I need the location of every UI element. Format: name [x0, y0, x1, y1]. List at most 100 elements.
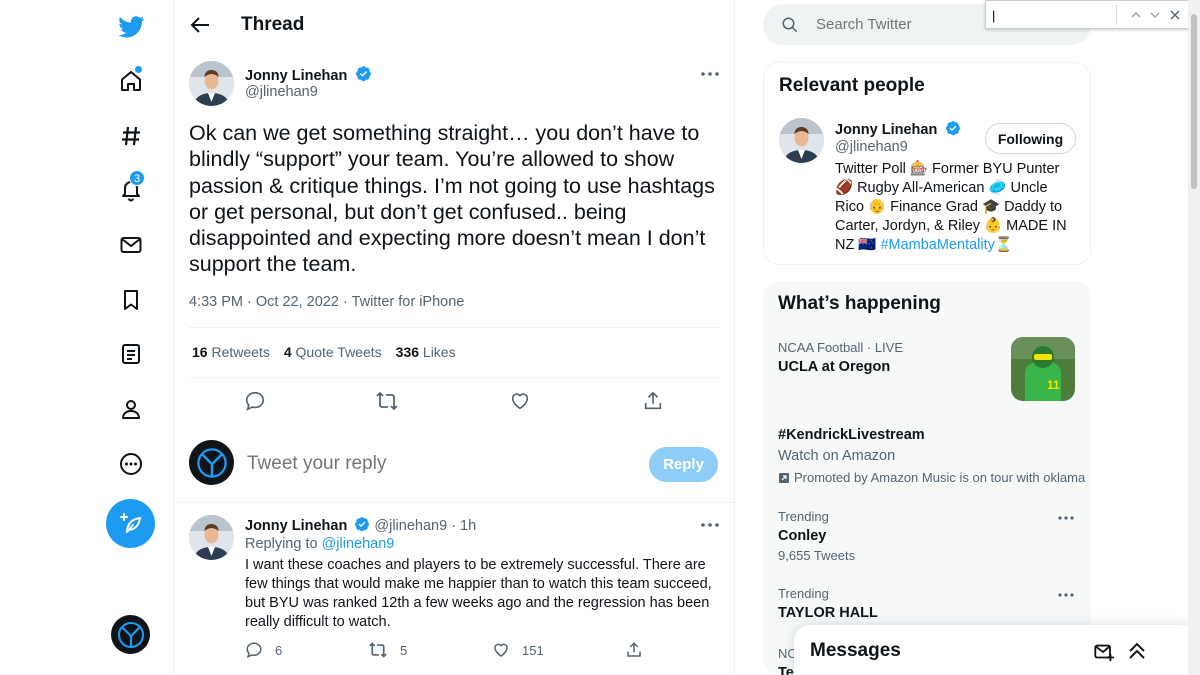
person-bio: Twitter Poll 🎰 Former BYU Punter 🏈 Rugby… — [835, 161, 1067, 253]
tweet-actions — [189, 386, 720, 416]
reply-reply-action[interactable]: 6 — [245, 641, 282, 659]
nav-lists[interactable] — [100, 329, 162, 379]
tweet-stats: 16 Retweets 4 Quote Tweets 336 Likes — [192, 344, 456, 360]
primary-nav: 3 — [100, 0, 162, 675]
verified-badge-icon — [355, 517, 370, 532]
find-previous-icon[interactable] — [1128, 7, 1144, 23]
svg-text:11: 11 — [1047, 378, 1060, 392]
reply-author-name[interactable]: Jonny Linehan — [245, 518, 347, 534]
reply-icon[interactable] — [240, 386, 270, 416]
account-logo-icon — [117, 621, 144, 648]
divider — [189, 327, 720, 328]
twitter-logo-icon[interactable] — [100, 2, 162, 52]
new-message-icon[interactable] — [1093, 641, 1115, 663]
author-handle[interactable]: @jlinehan9 — [245, 84, 318, 100]
scrollbar-thumb[interactable] — [1191, 14, 1197, 189]
reply-author-handle[interactable]: @jlinehan9 — [374, 518, 447, 534]
promoted-icon — [779, 472, 789, 483]
trend-item[interactable]: Trending Conley 9,655 Tweets — [778, 509, 1078, 563]
back-arrow-icon[interactable] — [189, 14, 211, 36]
sidebar-right: Relevant people Jonny Linehan @jlinehan9… — [735, 0, 1200, 675]
messages-envelope-icon — [120, 237, 142, 253]
reply-like-action[interactable]: 151 — [492, 641, 544, 659]
find-close-icon[interactable] — [1167, 7, 1183, 23]
thread-header: Thread — [174, 0, 734, 52]
person-avatar[interactable] — [779, 118, 824, 163]
author-line: Jonny Linehan — [245, 65, 372, 85]
search-icon — [782, 17, 798, 33]
reply-input[interactable] — [247, 453, 567, 475]
trend-more-icon[interactable] — [1055, 507, 1077, 529]
relevant-people-card: Relevant people Jonny Linehan @jlinehan9… — [763, 62, 1091, 265]
find-input[interactable] — [992, 5, 1117, 25]
reply-actions: 6 5 151 — [245, 641, 725, 663]
divider — [189, 377, 720, 378]
like-icon — [494, 643, 508, 657]
my-avatar[interactable] — [189, 440, 234, 485]
share-icon — [627, 642, 641, 657]
retweet-icon[interactable] — [372, 386, 402, 416]
compose-tweet-button[interactable] — [106, 499, 155, 548]
expand-drawer-icon[interactable] — [1127, 641, 1147, 661]
more-options-icon[interactable] — [699, 63, 721, 85]
nav-more[interactable] — [100, 439, 162, 489]
reply-tweet[interactable]: Jonny Linehan @jlinehan9 · 1h Replying t… — [174, 503, 734, 675]
messages-drawer[interactable]: Messages — [794, 625, 1198, 675]
more-options-icon[interactable] — [699, 514, 721, 536]
whats-happening-title: What’s happening — [778, 293, 941, 314]
thread-column: Thread Jonny Linehan @jlinehan9 Ok can w… — [173, 0, 735, 675]
retweets-stat[interactable]: 16 Retweets — [192, 344, 270, 360]
find-next-icon[interactable] — [1147, 7, 1163, 23]
bookmarks-icon — [124, 290, 138, 310]
nav-explore[interactable] — [100, 111, 162, 161]
reply-author-line: Jonny Linehan @jlinehan9 · 1h — [245, 516, 476, 534]
bio-hashtag-link[interactable]: #MambaMentality⏳ — [880, 237, 1013, 253]
more-circle-icon — [120, 453, 142, 475]
tweet-text: Ok can we get something straight… you do… — [189, 121, 715, 277]
person-name[interactable]: Jonny Linehan — [835, 122, 937, 138]
retweet-icon — [369, 642, 387, 658]
reply-text: I want these coaches and players to be e… — [245, 557, 712, 630]
reply-button[interactable]: Reply — [649, 447, 718, 482]
whats-happening-card: What’s happening NCAA Football · LIVE UC… — [763, 281, 1091, 675]
notifications-badge: 3 — [129, 170, 145, 186]
reply-time[interactable]: · 1h — [451, 518, 476, 534]
reply-retweet-action[interactable]: 5 — [368, 641, 407, 659]
nav-messages[interactable] — [100, 220, 162, 270]
tweet-timestamp[interactable]: 4:33 PM · Oct 22, 2022 · Twitter for iPh… — [189, 294, 464, 310]
reply-author-avatar[interactable] — [189, 515, 234, 560]
quote-tweets-stat[interactable]: 4 Quote Tweets — [284, 344, 382, 360]
messages-title: Messages — [810, 640, 901, 661]
page-title: Thread — [241, 14, 305, 35]
nav-notifications[interactable]: 3 — [100, 165, 162, 215]
nav-home[interactable] — [100, 56, 162, 106]
home-unread-dot — [135, 66, 142, 73]
reply-share-action[interactable] — [625, 641, 643, 659]
verified-badge-icon — [355, 66, 371, 82]
verified-badge-icon — [945, 121, 960, 136]
author-name[interactable]: Jonny Linehan — [245, 68, 347, 84]
replying-to: Replying to @jlinehan9 — [245, 536, 395, 552]
replying-to-link[interactable]: @jlinehan9 — [322, 536, 395, 552]
nav-profile[interactable] — [100, 384, 162, 434]
relevant-people-title: Relevant people — [779, 75, 925, 96]
trend-thumbnail: 11 — [1011, 337, 1075, 401]
author-avatar[interactable] — [189, 61, 234, 106]
nav-bookmarks[interactable] — [100, 275, 162, 325]
explore-hashtag-icon — [122, 126, 140, 146]
lists-icon — [122, 344, 140, 364]
reply-icon — [246, 642, 262, 659]
following-button[interactable]: Following — [985, 123, 1076, 154]
reply-composer: Reply — [174, 425, 734, 503]
compose-feather-icon — [119, 512, 141, 533]
trend-item-promoted[interactable]: #KendrickLivestream Watch on Amazon Prom… — [778, 427, 1085, 485]
likes-stat[interactable]: 336 Likes — [396, 344, 456, 360]
person-name-line: Jonny Linehan — [835, 120, 961, 139]
person-handle[interactable]: @jlinehan9 — [835, 139, 908, 155]
account-avatar[interactable] — [111, 615, 150, 654]
like-icon[interactable] — [505, 386, 535, 416]
share-icon[interactable] — [638, 386, 668, 416]
scrollbar[interactable] — [1188, 0, 1200, 675]
trend-item[interactable]: Trending TAYLOR HALL — [778, 586, 1078, 621]
trend-more-icon[interactable] — [1055, 584, 1077, 606]
